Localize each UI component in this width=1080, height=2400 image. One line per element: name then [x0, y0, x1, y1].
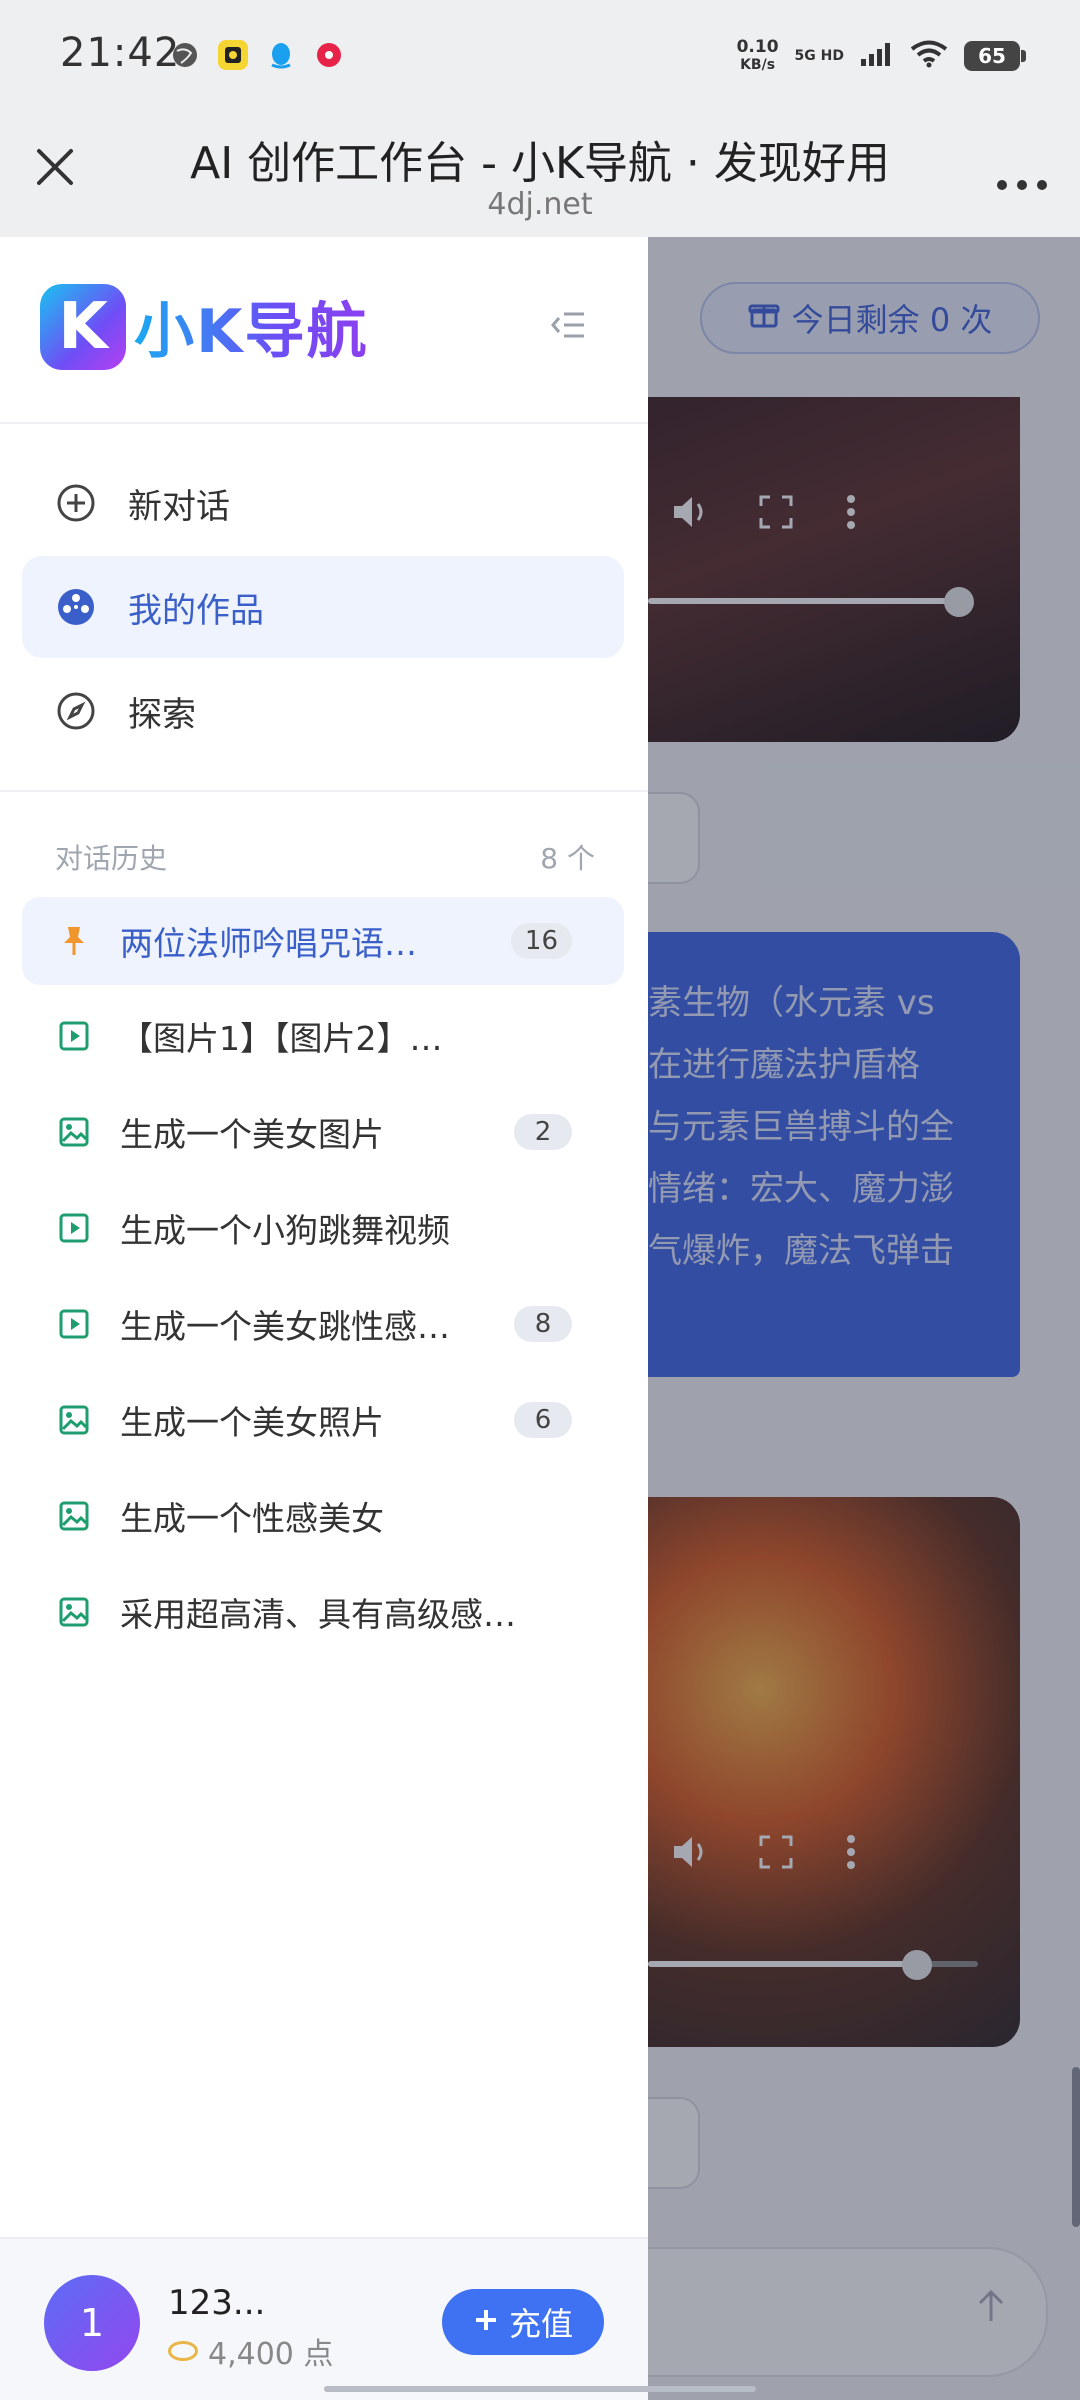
battery-indicator: 65 [964, 41, 1026, 71]
history-label: 生成一个性感美女 [120, 1499, 384, 1538]
avatar[interactable]: 1 [44, 2275, 140, 2371]
video-icon [58, 1308, 90, 1340]
more-icon[interactable] [994, 153, 1050, 202]
image-icon [58, 1116, 90, 1148]
history-badge: 8 [514, 1306, 572, 1342]
recharge-label: 充值 [508, 2305, 573, 2343]
history-label: 两位法师吟唱咒语… [120, 924, 417, 963]
history-label: 生成一个美女图片 [120, 1115, 384, 1154]
history-count: 8 个 [540, 842, 595, 875]
nav-my-works[interactable]: 我的作品 [22, 556, 624, 658]
divider [0, 422, 648, 424]
status-time: 21:42 [60, 30, 181, 76]
page-url: 4dj.net [487, 187, 593, 222]
history-label: 生成一个美女跳性感… [120, 1307, 450, 1346]
history-header: 对话历史 8 个 [55, 837, 595, 877]
history-badge: 16 [510, 923, 572, 959]
nav-label: 我的作品 [128, 590, 264, 631]
logo-mark: K [40, 283, 126, 370]
recharge-button[interactable]: 充值 [442, 2289, 604, 2355]
wifi-icon [910, 40, 948, 72]
logo-text: 小K导航 [134, 283, 369, 370]
history-item[interactable]: 生成一个美女跳性感… 8 [22, 1280, 624, 1368]
history-label: 生成一个美女照片 [120, 1403, 384, 1442]
video-icon [58, 1212, 90, 1244]
history-title: 对话历史 [55, 842, 168, 875]
network-label: 5G HD [794, 48, 844, 64]
page-title: AI 创作工作台 - 小K导航 · 发现好用 [190, 138, 890, 189]
qq-icon [266, 40, 296, 70]
net-speed-value: 0.10 [736, 37, 779, 57]
signal-icon [860, 41, 894, 71]
nav-new-chat[interactable]: 新对话 [22, 452, 624, 554]
history-label: 【图片1】【图片2】… [120, 1019, 443, 1058]
pin-icon[interactable] [58, 925, 90, 957]
image-icon [58, 1404, 90, 1436]
compass-icon [56, 691, 96, 731]
history-badge: 2 [514, 1114, 572, 1150]
net-speed-unit: KB/s [740, 57, 776, 73]
user-name: 123... [168, 2283, 266, 2323]
divider [0, 790, 648, 792]
history-item[interactable]: 两位法师吟唱咒语… 16 [22, 897, 624, 985]
plus-circle-icon [56, 483, 96, 523]
history-label: 采用超高清、具有高级感… [120, 1595, 516, 1634]
history-item[interactable]: 生成一个美女照片 6 [22, 1376, 624, 1464]
film-reel-icon [56, 587, 96, 627]
logo: K 小K导航 [40, 283, 369, 370]
globe-icon [170, 40, 200, 70]
history-item[interactable]: 【图片1】【图片2】… [22, 992, 624, 1080]
history-item[interactable]: 采用超高清、具有高级感… [22, 1568, 624, 1656]
points-value: 4,400 点 [208, 2337, 334, 2372]
side-drawer: K 小K导航 新对话 我的作品 探索 对话历史 8 个 两位法师吟唱咒语… 16 [0, 237, 648, 2400]
drawer-backdrop[interactable] [648, 237, 1080, 2400]
home-indicator[interactable] [324, 2386, 756, 2392]
plus-icon [473, 2303, 499, 2341]
nav-label: 探索 [128, 694, 196, 735]
status-notification-icons [170, 40, 344, 70]
status-bar: 21:42 0.10 KB/s 5G HD 65 [0, 0, 1080, 115]
history-item[interactable]: 生成一个美女图片 2 [22, 1088, 624, 1176]
collapse-sidebar-icon[interactable] [548, 309, 588, 349]
music-icon [314, 40, 344, 70]
history-badge: 6 [514, 1402, 572, 1438]
coin-icon [168, 2341, 198, 2361]
history-item[interactable]: 生成一个小狗跳舞视频 [22, 1184, 624, 1272]
history-item[interactable]: 生成一个性感美女 [22, 1472, 624, 1560]
nav-label: 新对话 [128, 486, 230, 527]
image-icon [58, 1596, 90, 1628]
net-speed: 0.10 KB/s [737, 38, 779, 74]
app-icon [218, 40, 248, 70]
nav-explore[interactable]: 探索 [22, 660, 624, 762]
video-icon [58, 1020, 90, 1052]
user-footer: 1 123... 4,400 点 充值 [0, 2237, 648, 2400]
status-system-icons: 0.10 KB/s 5G HD 65 [737, 38, 1026, 74]
history-label: 生成一个小狗跳舞视频 [120, 1211, 450, 1250]
close-icon[interactable] [30, 145, 80, 195]
user-points: 4,400 点 [168, 2329, 333, 2373]
image-icon [58, 1500, 90, 1532]
browser-title-bar: AI 创作工作台 - 小K导航 · 发现好用 4dj.net [0, 115, 1080, 237]
